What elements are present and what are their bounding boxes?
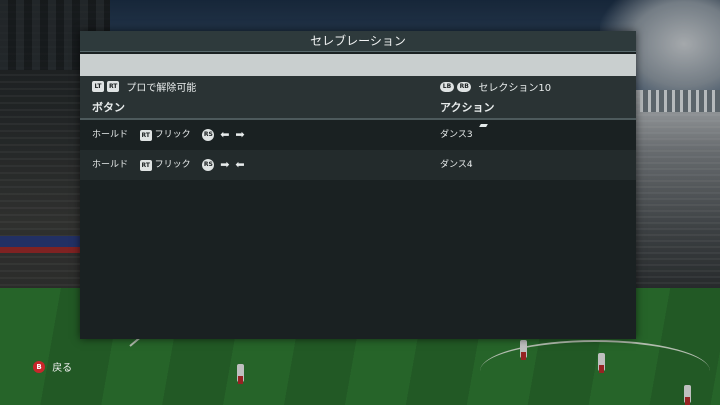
flick-label: フリック	[154, 130, 191, 140]
rt-button-icon: RT	[139, 159, 152, 171]
action-name: ダンス4	[440, 160, 473, 170]
filter-row: LT RT プロで解除可能 LB RB セレクション10	[80, 76, 636, 127]
hold-label: ホールド	[92, 160, 129, 170]
column-header-action: アクション	[440, 101, 495, 114]
flick-label: フリック	[154, 160, 191, 170]
celebration-panel: セレブレーション LT RT プロで解除可能 LB RB セレクション10 ボタ…	[80, 31, 636, 339]
column-header-button: ボタン	[92, 101, 125, 114]
rb-button-icon[interactable]: RB	[457, 81, 472, 92]
table-row[interactable]: ホールド RT フリック RS ➡ ⬅ ダンス4	[80, 150, 636, 180]
lb-button-icon[interactable]: LB	[440, 81, 454, 92]
table-header: ボタン アクション	[80, 98, 636, 120]
arrow-left-icon: ⬅	[235, 158, 245, 171]
button-combo: ホールド RT フリック RS ⬅ ➡	[92, 120, 245, 151]
back-label: 戻る	[52, 363, 73, 374]
button-combo: ホールド RT フリック RS ➡ ⬅	[92, 150, 245, 181]
hold-label: ホールド	[92, 130, 129, 140]
back-prompt[interactable]: B 戻る	[33, 359, 72, 374]
rs-stick-icon: RS	[202, 159, 215, 171]
arrow-right-icon: ➡	[220, 158, 230, 171]
lt-button-icon[interactable]: LT	[92, 81, 104, 92]
rt-button-icon[interactable]: RT	[107, 81, 120, 92]
rs-stick-icon: RS	[202, 129, 215, 141]
b-button-icon[interactable]: B	[33, 360, 45, 373]
arrow-left-icon: ⬅	[220, 128, 230, 141]
action-name: ダンス3	[440, 130, 473, 140]
rt-button-icon: RT	[139, 129, 152, 141]
table-row[interactable]: ホールド RT フリック RS ⬅ ➡ ダンス3	[80, 120, 636, 150]
selection-filter[interactable]: LB RB セレクション10	[440, 79, 551, 94]
selection-filter-indicator	[479, 93, 636, 127]
unlock-filter[interactable]: LT RT プロで解除可能	[92, 79, 196, 94]
highlight-strip	[80, 54, 636, 76]
panel-title: セレブレーション	[80, 31, 636, 52]
arrow-right-icon: ➡	[235, 128, 245, 141]
unlock-filter-indicator	[135, 93, 160, 108]
